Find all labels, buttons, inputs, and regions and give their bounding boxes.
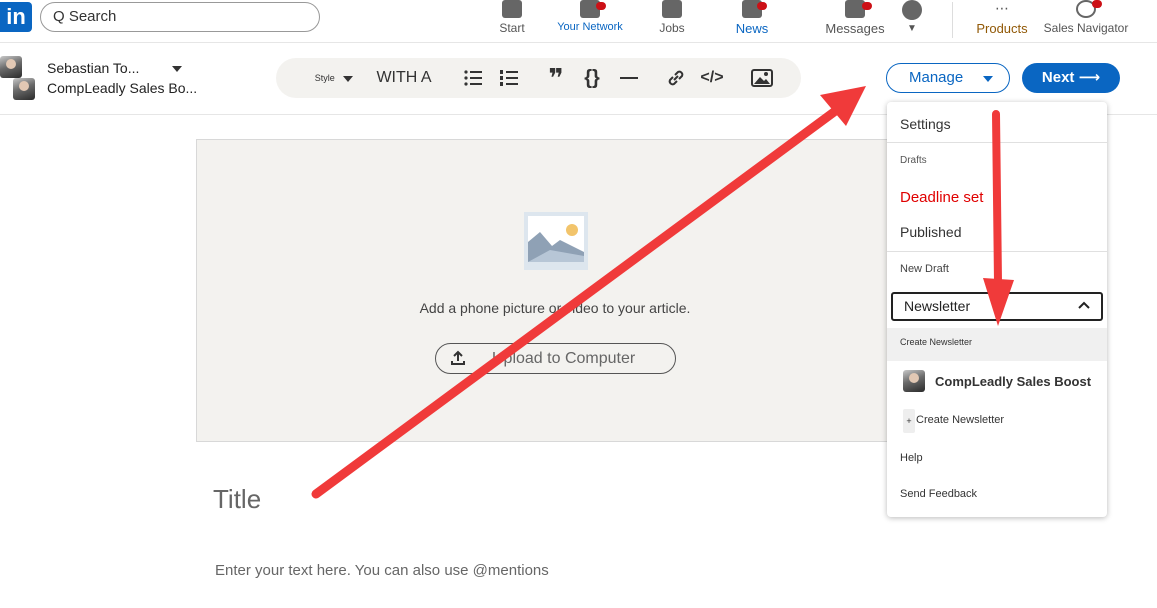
nav-sales-navigator-label: Sales Navigator — [1043, 21, 1129, 35]
create-newsletter-label: Create Newsletter — [900, 337, 973, 347]
notification-badge — [596, 2, 606, 10]
link-icon[interactable] — [662, 58, 690, 98]
quote-icon[interactable]: ❞ — [542, 58, 570, 98]
chevron-down-icon — [983, 76, 993, 82]
menu-divider — [887, 142, 1107, 143]
nav-your-network-label: Your Network — [557, 21, 623, 33]
author-switch-caret-icon[interactable] — [172, 66, 182, 72]
chevron-down-icon: ▼ — [907, 23, 917, 34]
menu-help[interactable]: Help — [900, 452, 923, 464]
create-newsletter-row[interactable]: Create Newsletter — [887, 328, 1107, 361]
nav-divider — [952, 2, 953, 38]
title-input[interactable]: Title — [213, 484, 261, 515]
nav-your-network[interactable]: Your Network — [556, 0, 624, 33]
image-placeholder-icon — [524, 212, 588, 275]
nav-me[interactable]: ▼ — [898, 0, 926, 34]
briefcase-icon — [662, 0, 682, 18]
profile-avatar-icon — [902, 0, 922, 20]
nav-start-label: Start — [499, 21, 525, 35]
notification-badge — [862, 2, 872, 10]
next-button[interactable]: Next ⟶ — [1022, 63, 1120, 93]
nav-sales-navigator[interactable]: Sales Navigator — [1042, 0, 1130, 35]
manage-button-label: Manage — [909, 69, 964, 86]
nav-jobs[interactable]: Jobs — [656, 0, 688, 35]
style-dropdown-label: Style — [314, 73, 335, 83]
nav-news[interactable]: News — [733, 0, 771, 36]
chevron-down-icon — [343, 75, 354, 82]
style-dropdown[interactable]: Style — [306, 58, 362, 98]
upload-icon — [451, 350, 465, 365]
menu-settings[interactable]: Settings — [900, 116, 951, 132]
menu-drafts-heading: Drafts — [900, 155, 927, 166]
author-avatar — [0, 56, 22, 78]
nav-products[interactable]: ⋯ Products — [970, 0, 1034, 36]
menu-deadline-set[interactable]: Deadline set — [900, 189, 983, 206]
top-navigation-bar: in Q Search Start Your Network Jobs News… — [0, 0, 1157, 43]
nav-start[interactable]: Start — [496, 0, 528, 35]
upload-to-computer-button[interactable]: Upload to Computer — [435, 343, 676, 374]
newsletter-page-avatar — [903, 370, 925, 392]
menu-send-feedback[interactable]: Send Feedback — [900, 488, 977, 500]
menu-create-newsletter[interactable]: Create Newsletter — [916, 414, 1004, 426]
bulleted-list-icon[interactable] — [460, 58, 486, 98]
notification-badge — [757, 2, 767, 10]
plus-icon: + — [903, 409, 915, 433]
newsletter-toggle-label: Newsletter — [904, 298, 971, 314]
newsletter-page-name[interactable]: CompLeadly Sales Boost — [935, 374, 1091, 389]
page-name[interactable]: CompLeadly Sales Bo... — [47, 80, 197, 96]
nav-messages-label: Messages — [825, 21, 885, 36]
heading-style-button[interactable]: WITH A — [372, 58, 436, 98]
page-avatar — [13, 78, 35, 100]
nav-news-label: News — [735, 21, 769, 36]
nav-products-label: Products — [976, 21, 1028, 36]
nav-jobs-label: Jobs — [659, 21, 685, 35]
manage-dropdown-menu: Settings Drafts Deadline set Published N… — [887, 102, 1107, 517]
cover-media-dropzone[interactable]: Add a phone picture or video to your art… — [196, 139, 916, 442]
formatting-toolbar: Style WITH A ❞ {} </> — [276, 58, 801, 98]
menu-divider — [887, 251, 1107, 252]
media-prompt-text: Add a phone picture or video to your art… — [419, 300, 691, 316]
nav-messages[interactable]: Messages — [824, 0, 886, 36]
code-block-icon[interactable]: {} — [578, 58, 606, 98]
linkedin-logo[interactable]: in — [0, 2, 32, 32]
newsletter-toggle[interactable]: Newsletter — [891, 292, 1103, 321]
chevron-up-icon — [1078, 301, 1090, 309]
author-name[interactable]: Sebastian To... — [47, 60, 139, 76]
embed-code-icon[interactable]: </> — [696, 58, 728, 98]
notification-badge — [1092, 0, 1102, 8]
numbered-list-icon[interactable] — [496, 58, 522, 98]
upload-button-label: Upload to Computer — [492, 350, 636, 367]
article-body-input[interactable]: Enter your text here. You can also use @… — [215, 562, 549, 579]
menu-published[interactable]: Published — [900, 224, 962, 240]
divider-icon[interactable] — [616, 58, 642, 98]
image-icon[interactable] — [748, 58, 776, 98]
grid-icon: ⋯ — [995, 0, 1009, 16]
search-input[interactable]: Q Search — [40, 2, 320, 32]
home-icon — [502, 0, 522, 18]
menu-new-draft[interactable]: New Draft — [900, 263, 949, 275]
